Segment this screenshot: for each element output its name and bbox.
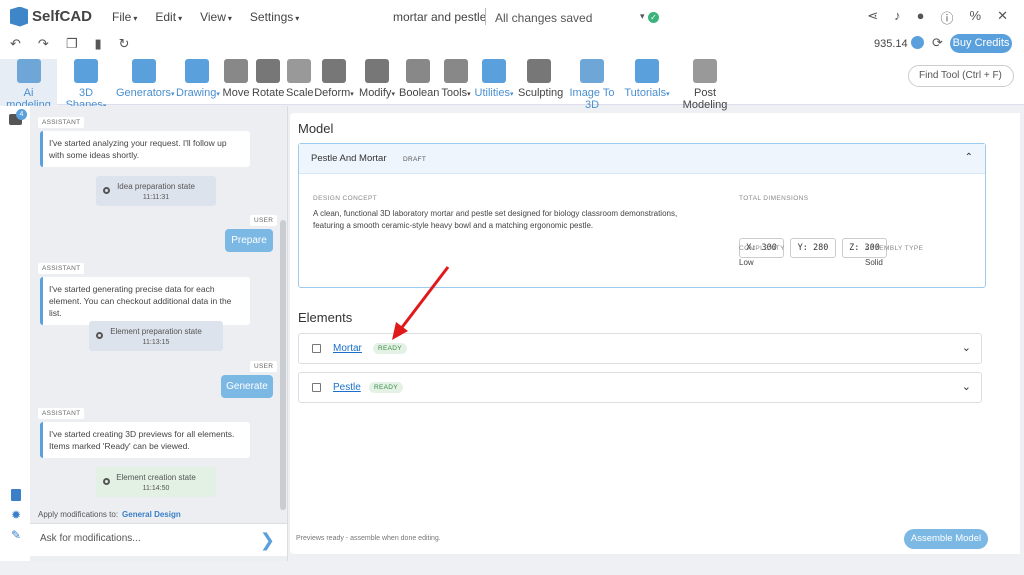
arrow-line <box>398 266 450 331</box>
annotation-arrow <box>392 266 450 340</box>
